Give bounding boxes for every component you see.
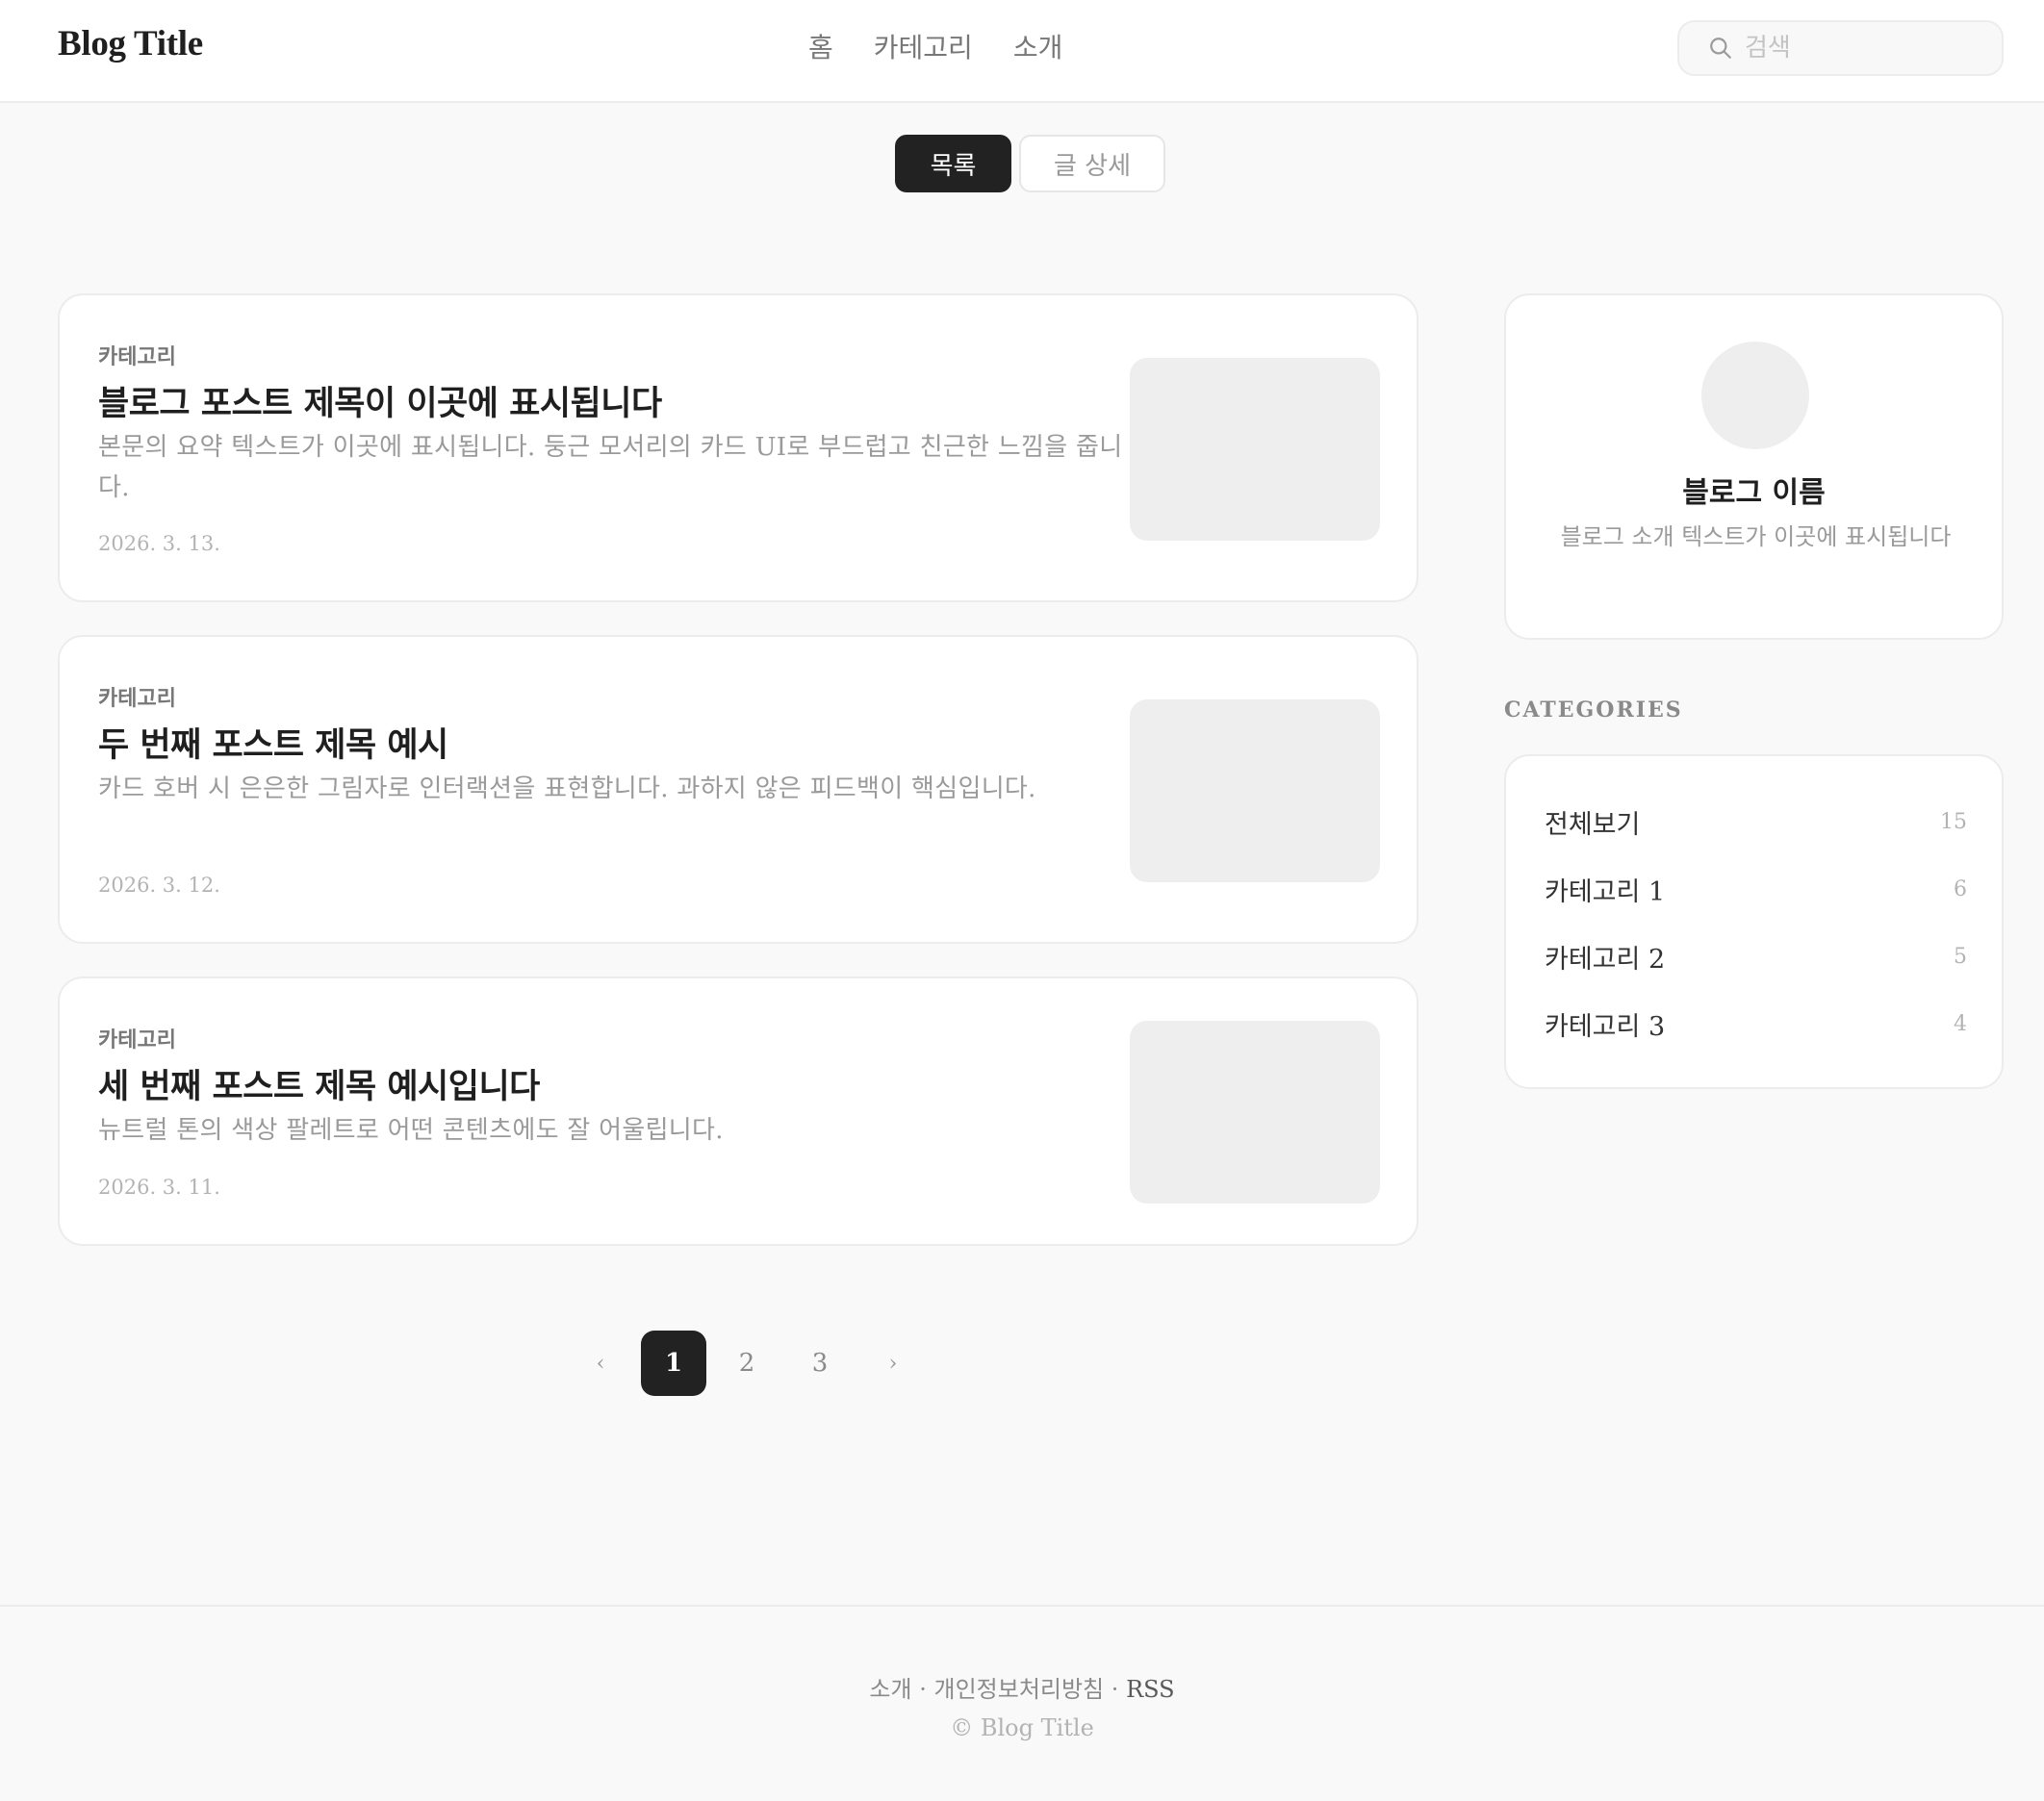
category-count: 5 [1954, 944, 1967, 969]
category-count: 6 [1954, 876, 1967, 901]
page-button-1[interactable]: 1 [641, 1331, 706, 1396]
footer-link-about[interactable]: 소개 [869, 1676, 911, 1703]
search-icon [1710, 38, 1731, 59]
footer-link-rss[interactable]: RSS [1126, 1676, 1175, 1703]
post-title[interactable]: 세 번째 포스트 제목 예시입니다 [98, 1059, 540, 1108]
category-item-3[interactable]: 카테고리 3 4 [1545, 1004, 1967, 1043]
category-name: 전체보기 [1545, 809, 1641, 840]
nav-home[interactable]: 홈 [808, 27, 833, 65]
post-date: 2026. 3. 12. [98, 874, 220, 897]
post-date: 2026. 3. 11. [98, 1176, 220, 1199]
detail-view-button[interactable]: 글 상세 [1019, 135, 1165, 192]
category-name: 카테고리 3 [1545, 1011, 1666, 1042]
search-box[interactable] [1677, 20, 2004, 76]
category-item-2[interactable]: 카테고리 2 5 [1545, 937, 1967, 976]
post-excerpt: 카드 호버 시 은은한 그림자로 인터랙션을 표현합니다. 과하지 않은 피드백… [98, 774, 1036, 803]
post-title[interactable]: 두 번째 포스트 제목 예시 [98, 718, 448, 767]
post-title[interactable]: 블로그 포스트 제목이 이곳에 표시됩니다 [98, 376, 662, 425]
post-excerpt: 뉴트럴 톤의 색상 팔레트로 어떤 콘텐츠에도 잘 어울립니다. [98, 1116, 724, 1145]
post-date: 2026. 3. 13. [98, 532, 220, 555]
nav-about[interactable]: 소개 [1013, 27, 1063, 65]
site-header: Blog Title 홈 카테고리 소개 [0, 0, 2044, 103]
categories-list: 전체보기 15 카테고리 1 6 카테고리 2 5 카테고리 3 4 [1504, 754, 2004, 1089]
list-view-button[interactable]: 목록 [895, 135, 1011, 192]
category-count: 4 [1954, 1011, 1967, 1036]
pagination: ‹ 1 2 3 › [568, 1331, 933, 1396]
post-card[interactable]: 카테고리 세 번째 포스트 제목 예시입니다 뉴트럴 톤의 색상 팔레트로 어떤… [58, 977, 1418, 1246]
page-button-2[interactable]: 2 [714, 1331, 779, 1396]
category-item-all[interactable]: 전체보기 15 [1545, 802, 1967, 841]
search-input[interactable] [1745, 34, 1976, 63]
post-card[interactable]: 카테고리 블로그 포스트 제목이 이곳에 표시됩니다 본문의 요약 텍스트가 이… [58, 293, 1418, 602]
blog-description: 블로그 소개 텍스트가 이곳에 표시됩니다 [1560, 523, 1952, 550]
next-page-button[interactable]: › [860, 1331, 926, 1396]
view-toggle: 목록 글 상세 [895, 135, 1165, 192]
prev-page-button[interactable]: ‹ [568, 1331, 633, 1396]
site-title[interactable]: Blog Title [58, 23, 203, 64]
category-count: 15 [1940, 809, 1967, 834]
page-button-3[interactable]: 3 [787, 1331, 853, 1396]
nav-category[interactable]: 카테고리 [874, 27, 973, 65]
post-card[interactable]: 카테고리 두 번째 포스트 제목 예시 카드 호버 시 은은한 그림자로 인터랙… [58, 635, 1418, 944]
footer-links: 소개 · 개인정보처리방침 · RSS [0, 1670, 2044, 1704]
blog-name: 블로그 이름 [1682, 476, 1826, 510]
avatar [1701, 342, 1809, 449]
footer-link-privacy[interactable]: 개인정보처리방침 [934, 1676, 1105, 1703]
footer-separator: · [1111, 1676, 1119, 1703]
category-item-1[interactable]: 카테고리 1 6 [1545, 870, 1967, 908]
post-category[interactable]: 카테고리 [98, 1023, 176, 1053]
post-thumbnail[interactable] [1130, 358, 1380, 541]
site-footer: 소개 · 개인정보처리방침 · RSS © Blog Title [0, 1605, 2044, 1801]
category-name: 카테고리 2 [1545, 944, 1666, 975]
post-excerpt: 본문의 요약 텍스트가 이곳에 표시됩니다. 둥근 모서리의 카드 UI로 부드… [98, 433, 1123, 502]
post-category[interactable]: 카테고리 [98, 340, 176, 370]
post-thumbnail[interactable] [1130, 699, 1380, 882]
post-category[interactable]: 카테고리 [98, 681, 176, 712]
footer-separator: · [919, 1676, 927, 1703]
main-nav: 홈 카테고리 소개 [808, 27, 1062, 65]
categories-heading: CATEGORIES [1504, 698, 1683, 723]
post-thumbnail[interactable] [1130, 1021, 1380, 1204]
profile-card: 블로그 이름 블로그 소개 텍스트가 이곳에 표시됩니다 [1504, 293, 2004, 640]
category-name: 카테고리 1 [1545, 876, 1666, 907]
copyright: © Blog Title [950, 1714, 1094, 1741]
